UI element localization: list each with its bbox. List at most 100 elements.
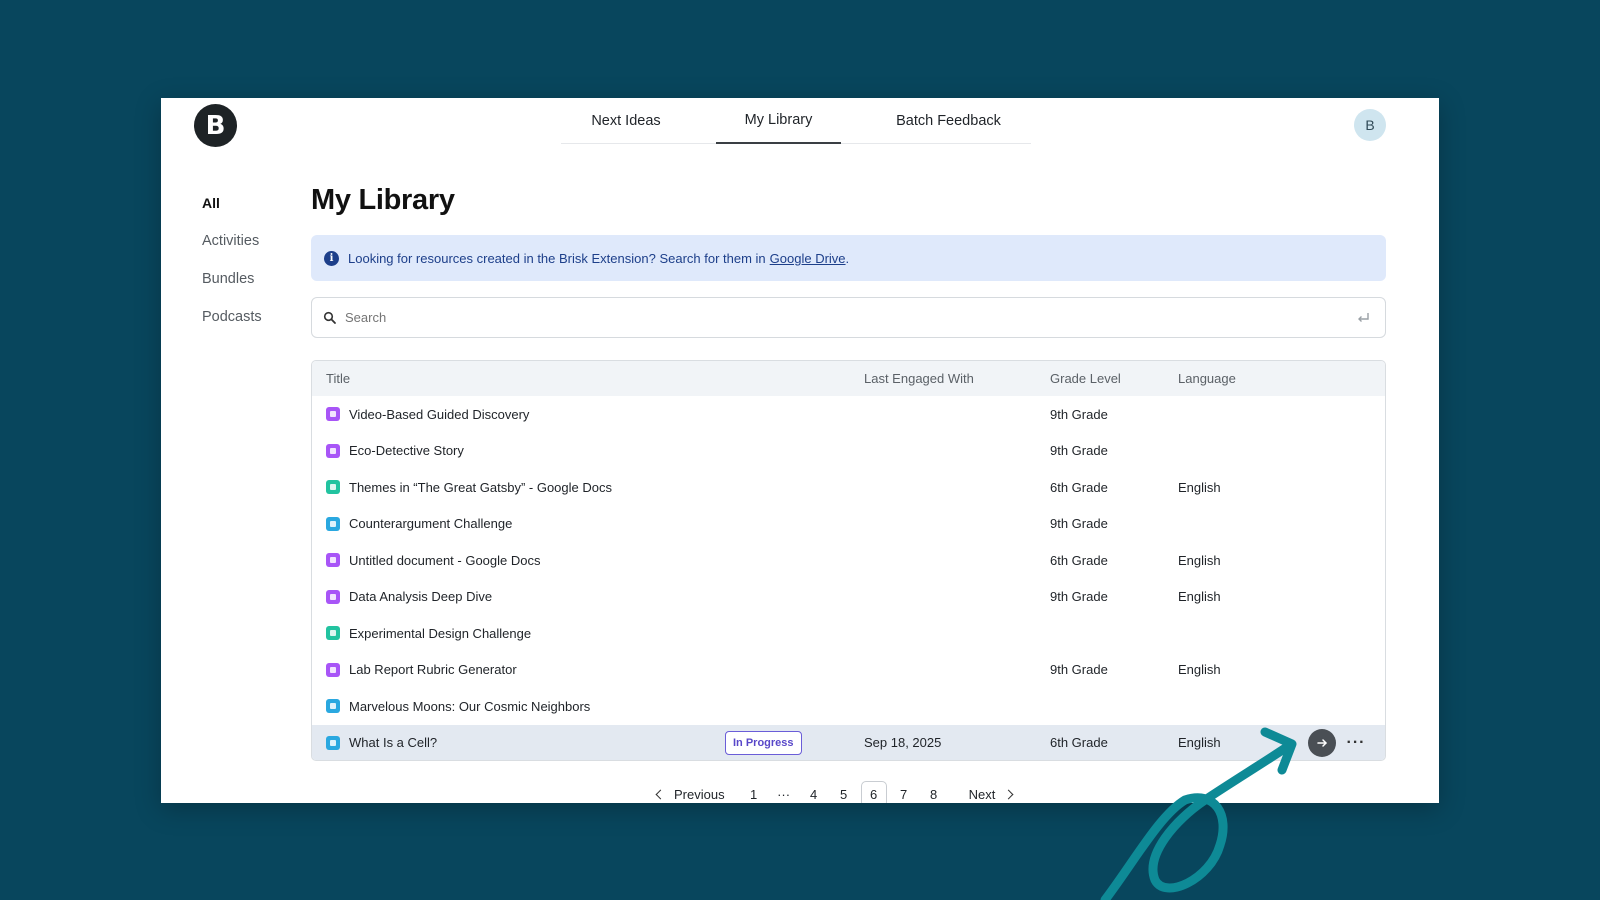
table-body: Video-Based Guided Discovery 9th Grade Eco… bbox=[312, 396, 1385, 761]
row-title-cell: Data Analysis Deep Dive bbox=[326, 579, 492, 616]
side-item-podcasts[interactable]: Podcasts bbox=[202, 308, 262, 346]
enter-key-icon bbox=[1358, 312, 1369, 322]
table-row[interactable]: Eco-Detective Story 9th Grade bbox=[312, 433, 1385, 470]
table-row[interactable]: Themes in “The Great Gatsby” - Google Do… bbox=[312, 469, 1385, 506]
header-grade-level[interactable]: Grade Level bbox=[1050, 361, 1121, 396]
rocket-icon bbox=[326, 407, 340, 422]
row-title[interactable]: Counterargument Challenge bbox=[349, 516, 512, 531]
row-title[interactable]: Lab Report Rubric Generator bbox=[349, 662, 517, 677]
row-language: English bbox=[1178, 735, 1221, 751]
tab-next-ideas[interactable]: Next Ideas bbox=[561, 98, 691, 144]
row-title-cell: Lab Report Rubric Generator bbox=[326, 652, 517, 689]
row-title[interactable]: Themes in “The Great Gatsby” - Google Do… bbox=[349, 480, 612, 495]
google-drive-link[interactable]: Google Drive bbox=[770, 251, 846, 266]
row-title[interactable]: Data Analysis Deep Dive bbox=[349, 589, 492, 604]
search-box bbox=[311, 297, 1386, 338]
rocket-icon bbox=[326, 589, 340, 604]
side-item-bundles[interactable]: Bundles bbox=[202, 270, 262, 308]
row-title[interactable]: Video-Based Guided Discovery bbox=[349, 407, 529, 422]
row-title-cell: Eco-Detective Story bbox=[326, 433, 464, 470]
top-nav: Next Ideas My Library Batch Feedback bbox=[561, 98, 1031, 144]
row-grade: 9th Grade bbox=[1050, 589, 1108, 605]
row-grade: 6th Grade bbox=[1050, 735, 1108, 751]
row-title-cell: Untitled document - Google Docs bbox=[326, 542, 540, 579]
row-grade: 6th Grade bbox=[1050, 479, 1108, 495]
tab-batch-feedback[interactable]: Batch Feedback bbox=[866, 98, 1031, 144]
row-language: English bbox=[1178, 589, 1221, 605]
chevron-left-icon bbox=[655, 789, 666, 799]
page-8[interactable]: 8 bbox=[921, 781, 947, 803]
header-language[interactable]: Language bbox=[1178, 361, 1236, 396]
row-title[interactable]: What Is a Cell? bbox=[349, 735, 437, 750]
table-row[interactable]: Experimental Design Challenge bbox=[312, 615, 1385, 652]
search-input[interactable] bbox=[345, 310, 1355, 325]
music-note-icon bbox=[326, 553, 340, 568]
row-title[interactable]: Marvelous Moons: Our Cosmic Neighbors bbox=[349, 699, 590, 714]
page-4[interactable]: 4 bbox=[801, 781, 827, 803]
row-title-cell: Video-Based Guided Discovery bbox=[326, 396, 529, 433]
next-label: Next bbox=[968, 786, 996, 802]
row-title-cell: Counterargument Challenge bbox=[326, 506, 512, 543]
page-1[interactable]: 1 bbox=[741, 781, 767, 803]
row-language: English bbox=[1178, 479, 1221, 495]
row-title-cell: Themes in “The Great Gatsby” - Google Do… bbox=[326, 469, 612, 506]
app-window: B Next Ideas My Library Batch Feedback B… bbox=[161, 98, 1439, 803]
chat-icon bbox=[326, 626, 340, 641]
header-title[interactable]: Title bbox=[326, 361, 350, 396]
headphones-icon bbox=[326, 699, 340, 714]
lightbulb-icon bbox=[326, 480, 340, 495]
table-row[interactable]: Marvelous Moons: Our Cosmic Neighbors bbox=[312, 688, 1385, 725]
table-row[interactable]: Untitled document - Google Docs 6th Grade… bbox=[312, 542, 1385, 579]
row-title[interactable]: Untitled document - Google Docs bbox=[349, 553, 540, 568]
rocket-icon bbox=[326, 443, 340, 458]
row-language: English bbox=[1178, 552, 1221, 568]
previous-page-button[interactable]: Previous bbox=[655, 781, 725, 803]
brisk-logo[interactable]: B bbox=[194, 104, 237, 147]
row-title[interactable]: Experimental Design Challenge bbox=[349, 626, 531, 641]
row-grade: 9th Grade bbox=[1050, 516, 1108, 532]
ellipsis-icon: ··· bbox=[1346, 733, 1366, 751]
info-banner: i Looking for resources created in the B… bbox=[311, 235, 1386, 281]
tab-my-library[interactable]: My Library bbox=[716, 98, 841, 144]
more-options-button[interactable]: ··· bbox=[1342, 729, 1370, 757]
row-grade: 9th Grade bbox=[1050, 662, 1108, 678]
row-language: English bbox=[1178, 662, 1221, 678]
page-5[interactable]: 5 bbox=[831, 781, 857, 803]
table-row[interactable]: Video-Based Guided Discovery 9th Grade bbox=[312, 396, 1385, 433]
rocket-icon bbox=[326, 662, 340, 677]
library-table: Title Last Engaged With Grade Level Lang… bbox=[311, 360, 1386, 761]
previous-label: Previous bbox=[674, 786, 725, 802]
table-header: Title Last Engaged With Grade Level Lang… bbox=[312, 361, 1385, 396]
row-status-cell: In Progress bbox=[725, 725, 802, 761]
search-icon bbox=[323, 311, 336, 324]
slides-icon bbox=[326, 735, 340, 750]
info-icon: i bbox=[324, 250, 339, 266]
status-badge: In Progress bbox=[725, 730, 802, 755]
page-ellipsis[interactable]: ··· bbox=[771, 781, 797, 803]
debate-icon bbox=[326, 516, 340, 531]
banner-text: Looking for resources created in the Bri… bbox=[348, 250, 766, 266]
row-title[interactable]: Eco-Detective Story bbox=[349, 443, 464, 458]
page-6-current[interactable]: 6 bbox=[860, 781, 887, 803]
pagination: Previous 1 ··· 4 5 6 7 8 Next bbox=[655, 781, 1014, 803]
table-row[interactable]: Lab Report Rubric Generator 9th Grade Engl… bbox=[312, 652, 1385, 689]
side-item-activities[interactable]: Activities bbox=[202, 232, 262, 270]
table-row[interactable]: Data Analysis Deep Dive 9th Grade English bbox=[312, 579, 1385, 616]
table-row[interactable]: What Is a Cell? In Progress Sep 18, 2025 6t… bbox=[312, 724, 1385, 761]
table-row[interactable]: Counterargument Challenge 9th Grade bbox=[312, 506, 1385, 543]
page-7[interactable]: 7 bbox=[891, 781, 917, 803]
next-page-button[interactable]: Next bbox=[968, 781, 1014, 803]
row-title-cell: Experimental Design Challenge bbox=[326, 615, 531, 652]
open-resource-button[interactable] bbox=[1308, 728, 1336, 757]
page-title: My Library bbox=[311, 184, 455, 216]
banner-suffix: . bbox=[845, 250, 850, 266]
side-item-all[interactable]: All bbox=[202, 194, 262, 232]
row-grade: 6th Grade bbox=[1050, 552, 1108, 568]
row-title-cell: Marvelous Moons: Our Cosmic Neighbors bbox=[326, 688, 590, 725]
row-date: Sep 18, 2025 bbox=[864, 735, 942, 751]
user-avatar[interactable]: B bbox=[1354, 109, 1386, 141]
header-last-engaged[interactable]: Last Engaged With bbox=[864, 361, 974, 396]
arrow-right-icon bbox=[1317, 738, 1327, 747]
row-grade: 9th Grade bbox=[1050, 406, 1108, 422]
side-nav: All Activities Bundles Podcasts bbox=[202, 194, 262, 346]
